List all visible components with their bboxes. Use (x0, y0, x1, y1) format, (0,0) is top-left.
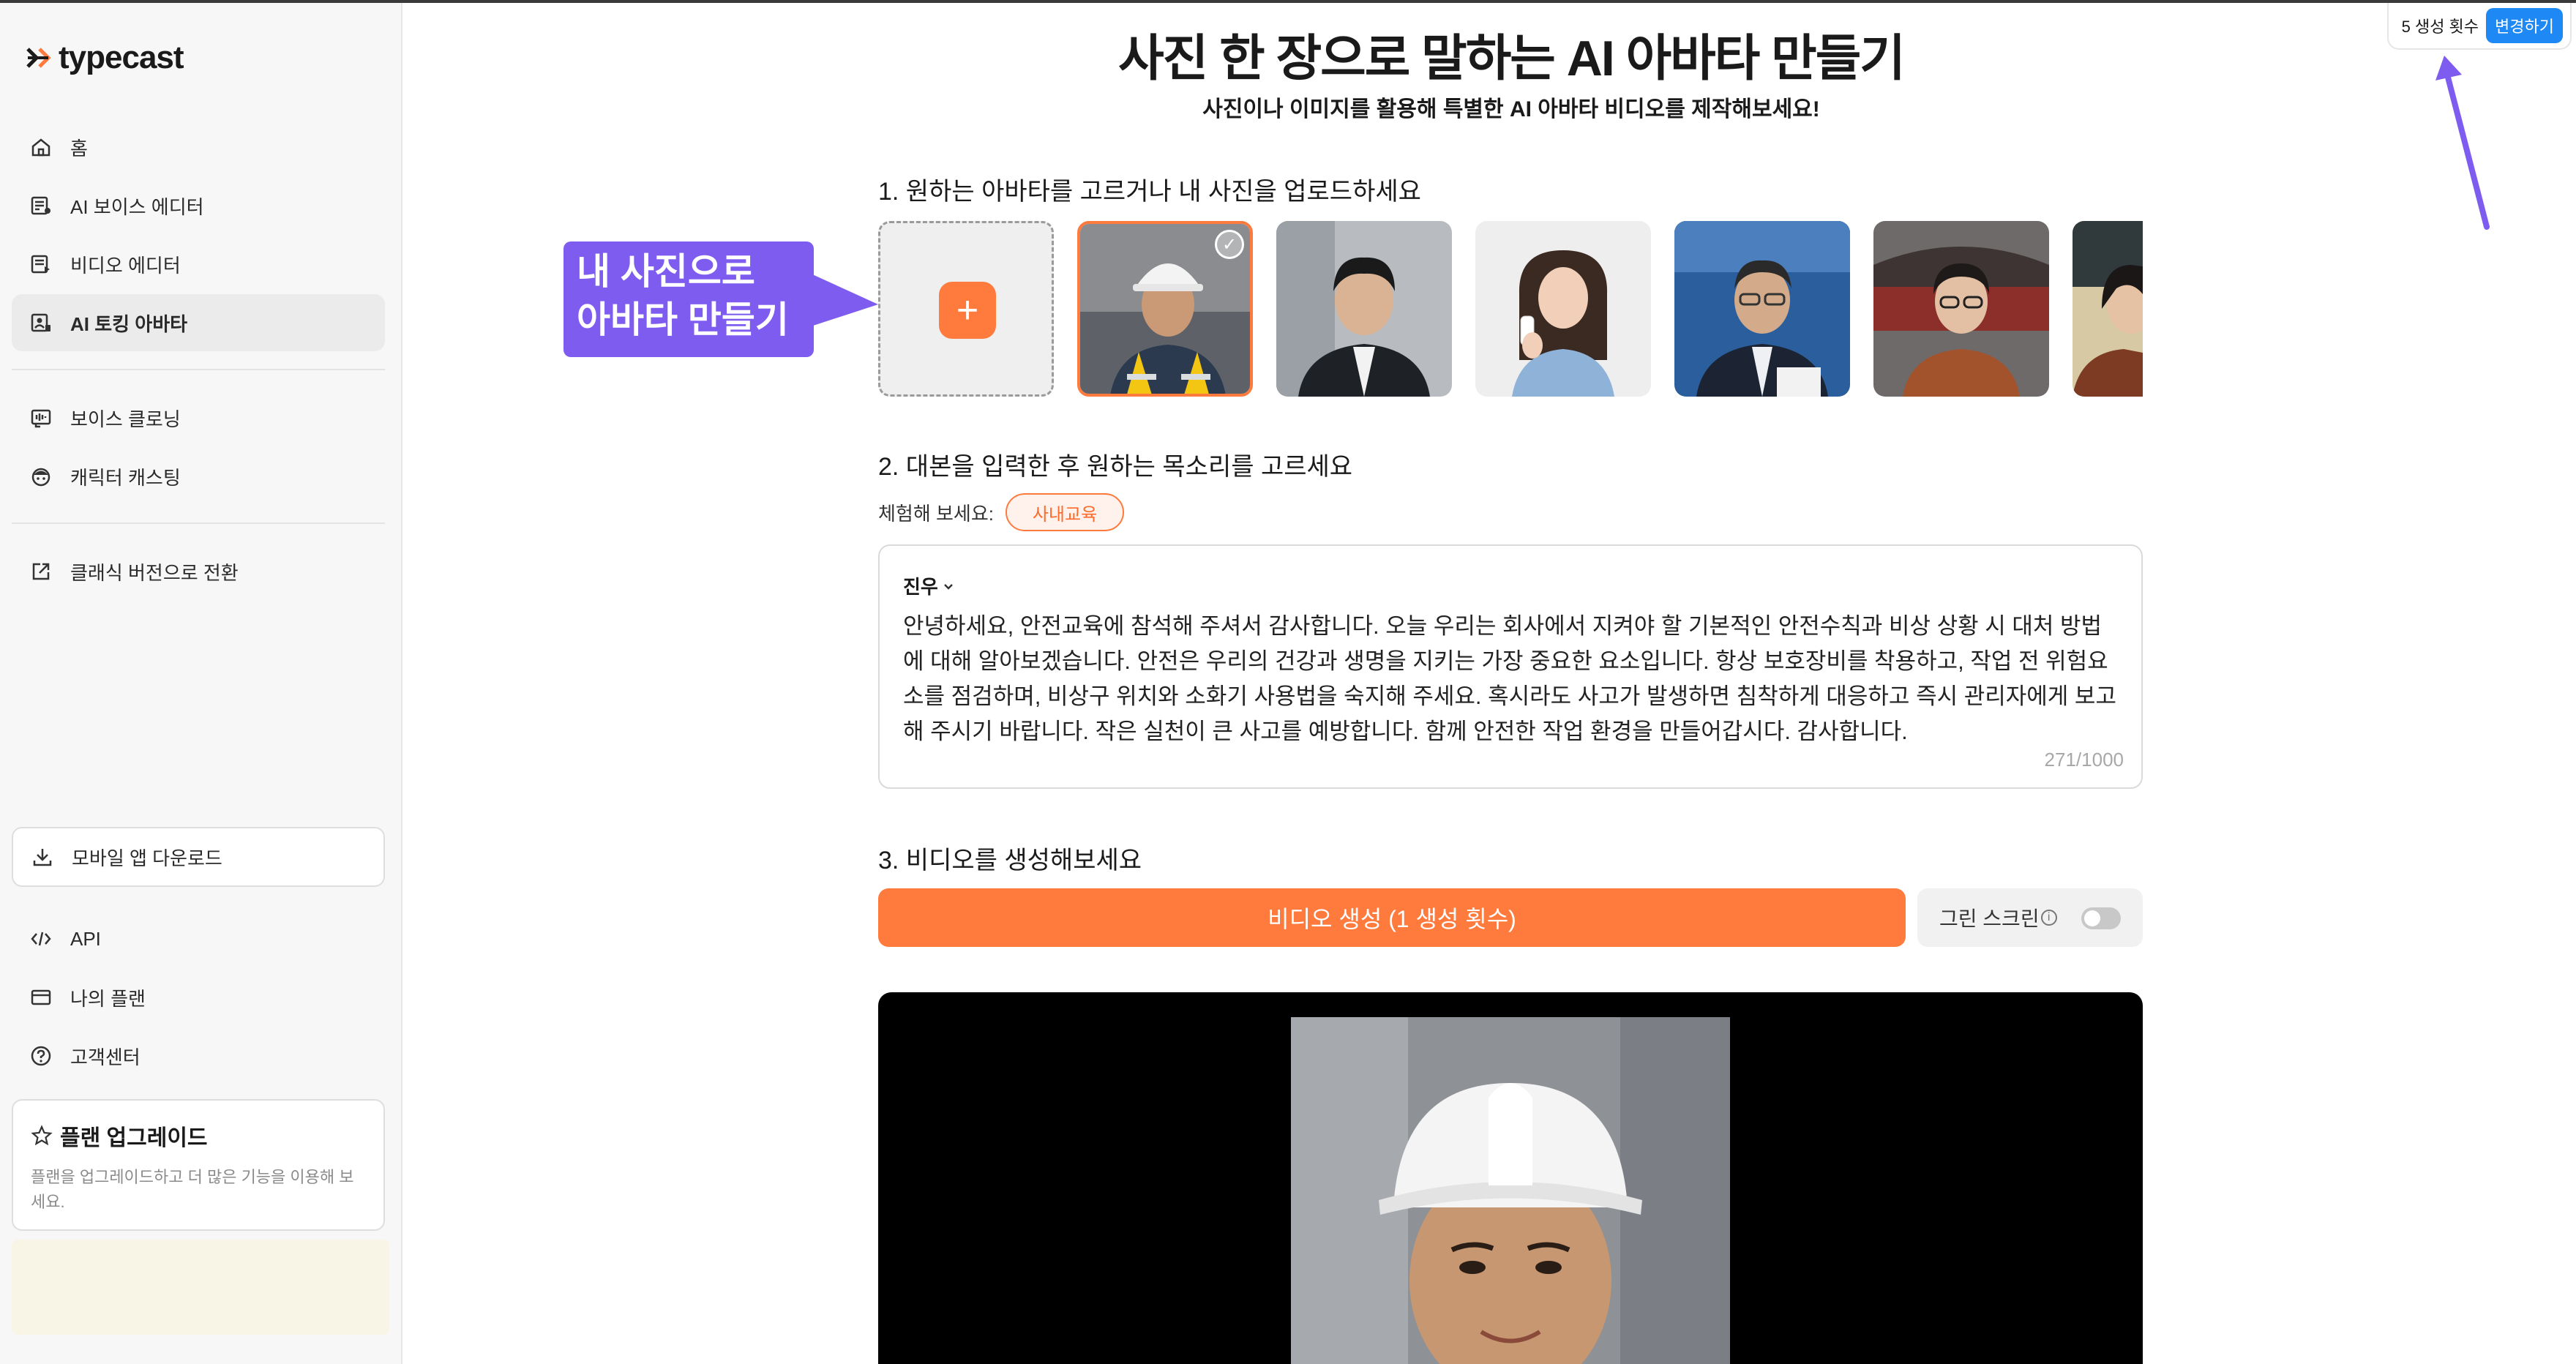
avatar-portrait-woman-product (1475, 221, 1651, 397)
callout-line1: 내 사진으로 (577, 251, 755, 292)
character-count: 271/1000 (2044, 749, 2124, 771)
sidebar-item-label: AI 보이스 에디터 (70, 195, 204, 218)
download-label: 모바일 앱 다운로드 (72, 847, 222, 869)
upgrade-title-text: 플랜 업그레이드 (60, 1126, 208, 1150)
sidebar-item-label: 고객센터 (70, 1046, 141, 1068)
page-subtitle: 사진이나 이미지를 활용해 특별한 AI 아바타 비디오를 제작해보세요! (1202, 97, 1820, 121)
script-text[interactable]: 안녕하세요, 안전교육에 참석해 주셔서 감사합니다. 오늘 우리는 회사에서 … (903, 609, 2121, 749)
avatar-portrait-palace-woman (1873, 221, 2049, 397)
video-preview-panel[interactable] (878, 992, 2143, 1364)
sidebar-item-label: AI 토킹 아바타 (70, 312, 188, 335)
avatar-option-1[interactable]: ✓ (1077, 221, 1253, 397)
code-icon (28, 926, 54, 952)
typecast-logo[interactable]: typecast (23, 40, 184, 76)
sidebar-item-home[interactable]: 홈 (12, 119, 385, 176)
upload-callout: 내 사진으로 아바타 만들기 (564, 241, 814, 357)
green-screen-option: 그린 스크린 i (1917, 888, 2143, 947)
sidebar-item-label: 비디오 에디터 (70, 254, 181, 277)
step3-title: 3. 비디오를 생성해보세요 (878, 847, 1142, 874)
voice-cloning-icon (28, 405, 54, 431)
sidebar-item-label: API (70, 927, 101, 950)
page-title: 사진 한 장으로 말하는 AI 아바타 만들기 (1118, 31, 1906, 86)
avatar-option-6[interactable] (2073, 221, 2143, 397)
avatar-option-3[interactable] (1475, 221, 1651, 397)
sidebar-item-character-casting[interactable]: 캐릭터 캐스팅 (12, 448, 385, 505)
sidebar-item-label: 나의 플랜 (70, 987, 146, 1010)
selected-check-icon: ✓ (1215, 230, 1244, 259)
info-icon[interactable]: i (2040, 910, 2057, 926)
sidebar-item-label: 클래식 버전으로 전환 (70, 561, 239, 584)
sample-chip-training[interactable]: 사내교육 (1006, 493, 1124, 531)
sidebar-divider (12, 369, 385, 370)
voice-editor-icon (28, 192, 54, 219)
upgrade-title: 플랜 업그레이드 (31, 1120, 366, 1152)
logo-text: typecast (59, 40, 184, 75)
card-icon (28, 984, 54, 1011)
credits-panel: 5 생성 횟수 변경하기 (2387, 3, 2572, 50)
avatar-option-4[interactable] (1674, 221, 1850, 397)
sidebar-item-api[interactable]: API (12, 910, 385, 967)
green-screen-toggle[interactable] (2081, 907, 2121, 929)
chevron-down-icon (943, 583, 953, 590)
green-screen-label: 그린 스크린 (1939, 907, 2040, 930)
talking-avatar-icon (28, 310, 54, 336)
script-editor[interactable]: 진우 안녕하세요, 안전교육에 참석해 주셔서 감사합니다. 오늘 우리는 회사… (878, 544, 2143, 789)
promo-banner-area (12, 1240, 389, 1335)
callout-line2: 아바타 만들기 (577, 299, 789, 340)
video-editor-icon (28, 251, 54, 277)
sidebar-item-video-editor[interactable]: 비디오 에디터 (12, 236, 385, 293)
download-icon (29, 844, 56, 870)
voice-name: 진우 (903, 576, 938, 598)
help-icon (28, 1043, 54, 1069)
step2-title: 2. 대본을 입력한 후 원하는 목소리를 고르세요 (878, 453, 1353, 481)
video-frame (1291, 1017, 1730, 1364)
avatar-option-5[interactable] (1873, 221, 2049, 397)
plus-icon: + (939, 282, 996, 339)
upload-photo-tile[interactable]: + (878, 221, 1054, 397)
try-label: 체험해 보세요: (878, 503, 994, 525)
step1-title: 1. 원하는 아바타를 고르거나 내 사진을 업로드하세요 (878, 178, 1421, 206)
voice-selector[interactable]: 진우 (903, 572, 954, 599)
sidebar-divider (12, 522, 385, 524)
change-plan-button[interactable]: 변경하기 (2486, 8, 2563, 43)
star-icon (31, 1125, 53, 1146)
callout-pointer-icon (811, 274, 878, 326)
sidebar-item-classic-version[interactable]: 클래식 버전으로 전환 (12, 543, 385, 600)
avatar-option-2[interactable] (1276, 221, 1452, 397)
plan-upgrade-card[interactable]: 플랜 업그레이드 플랜을 업그레이드하고 더 많은 기능을 이용해 보세요. (12, 1099, 385, 1231)
avatar-portrait-suit-man (1276, 221, 1452, 397)
sidebar-item-label: 홈 (70, 137, 88, 160)
sidebar-item-label: 보이스 클로닝 (70, 408, 181, 430)
credits-count: 5 생성 횟수 (2401, 18, 2479, 36)
character-icon (28, 463, 54, 490)
avatar-portrait-news-anchor (1674, 221, 1850, 397)
sidebar: typecast 홈 AI 보이스 에디터 비디오 에디터 AI 토킹 아바타 … (0, 3, 402, 1364)
avatar-portrait-partial (2073, 221, 2143, 397)
sidebar-item-ai-talking-avatar[interactable]: AI 토킹 아바타 (12, 294, 385, 351)
sidebar-item-my-plan[interactable]: 나의 플랜 (12, 969, 385, 1026)
home-icon (28, 134, 54, 160)
toggle-knob (2084, 910, 2100, 926)
video-portrait-hardhat (1291, 1017, 1730, 1364)
logo-mark-icon (26, 48, 51, 68)
external-link-icon (28, 558, 54, 585)
annotation-arrow-icon (2435, 56, 2490, 230)
sidebar-item-ai-voice-editor[interactable]: AI 보이스 에디터 (12, 177, 385, 234)
sidebar-item-label: 캐릭터 캐스팅 (70, 466, 181, 489)
upgrade-description: 플랜을 업그레이드하고 더 많은 기능을 이용해 보세요. (31, 1168, 354, 1211)
sidebar-item-support[interactable]: 고객센터 (12, 1027, 385, 1084)
mobile-app-download-button[interactable]: 모바일 앱 다운로드 (12, 827, 385, 887)
sidebar-item-voice-cloning[interactable]: 보이스 클로닝 (12, 389, 385, 446)
generate-video-button[interactable]: 비디오 생성 (1 생성 횟수) (878, 888, 1906, 947)
